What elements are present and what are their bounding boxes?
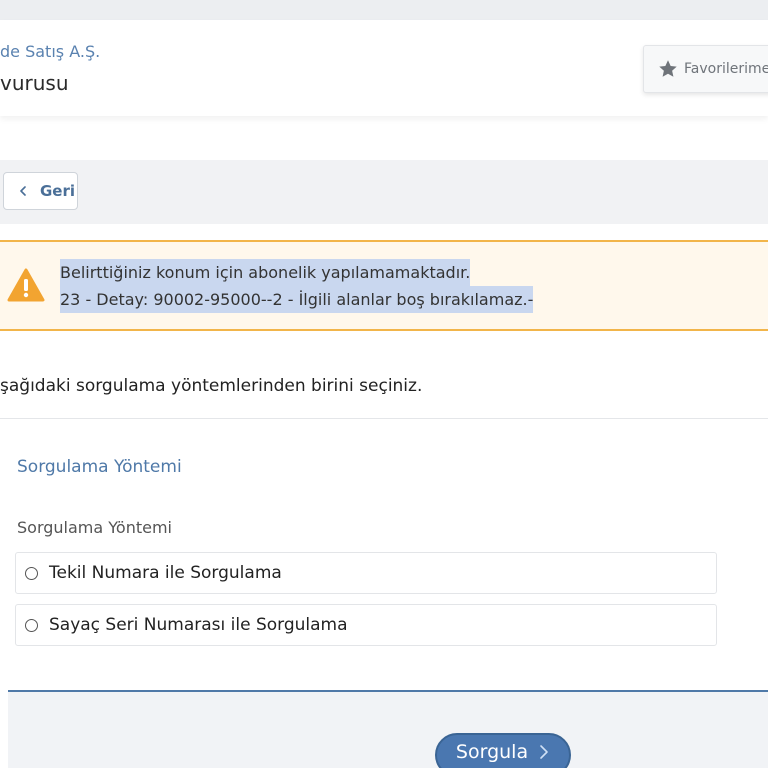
- page-header: de Satış A.Ş. vurusu Favorilerime: [0, 20, 768, 116]
- chevron-left-icon: [20, 186, 26, 196]
- chevron-right-icon: [540, 745, 548, 759]
- field-label: Sorgulama Yöntemi: [17, 518, 172, 537]
- favorites-label: Favorilerime: [684, 61, 768, 77]
- submit-button[interactable]: Sorgula: [435, 733, 571, 768]
- instruction-text: şağıdaki sorgulama yöntemlerinden birini…: [0, 376, 423, 396]
- alert-message-line-1: Belirttiğiniz konum için abonelik yapıla…: [60, 259, 471, 286]
- warning-alert: Belirttiğiniz konum için abonelik yapıla…: [0, 240, 768, 331]
- institution-name: de Satış A.Ş.: [0, 42, 101, 61]
- action-panel: [8, 690, 768, 768]
- service-title: vurusu: [0, 71, 69, 95]
- divider: [0, 418, 768, 419]
- radio-option-sayac-seri-numarasi[interactable]: Sayaç Seri Numarası ile Sorgulama: [15, 604, 717, 646]
- back-button[interactable]: Geri: [3, 172, 78, 210]
- alert-message-line-2: 23 - Detay: 90002-95000--2 - İlgili alan…: [60, 286, 534, 313]
- favorites-button[interactable]: Favorilerime: [643, 45, 768, 93]
- warning-triangle-icon: [7, 268, 45, 302]
- back-bar: Geri: [0, 160, 768, 224]
- radio-option-tekil-numara[interactable]: Tekil Numara ile Sorgulama: [15, 552, 717, 594]
- radio-button[interactable]: [25, 566, 38, 580]
- submit-label: Sorgula: [455, 741, 529, 763]
- top-strip: [0, 0, 768, 20]
- star-icon: [659, 60, 677, 77]
- section-title: Sorgulama Yöntemi: [17, 457, 182, 477]
- radio-option-label: Tekil Numara ile Sorgulama: [49, 563, 282, 583]
- radio-button[interactable]: [25, 618, 38, 632]
- back-label: Geri: [40, 182, 76, 200]
- radio-option-label: Sayaç Seri Numarası ile Sorgulama: [49, 615, 348, 635]
